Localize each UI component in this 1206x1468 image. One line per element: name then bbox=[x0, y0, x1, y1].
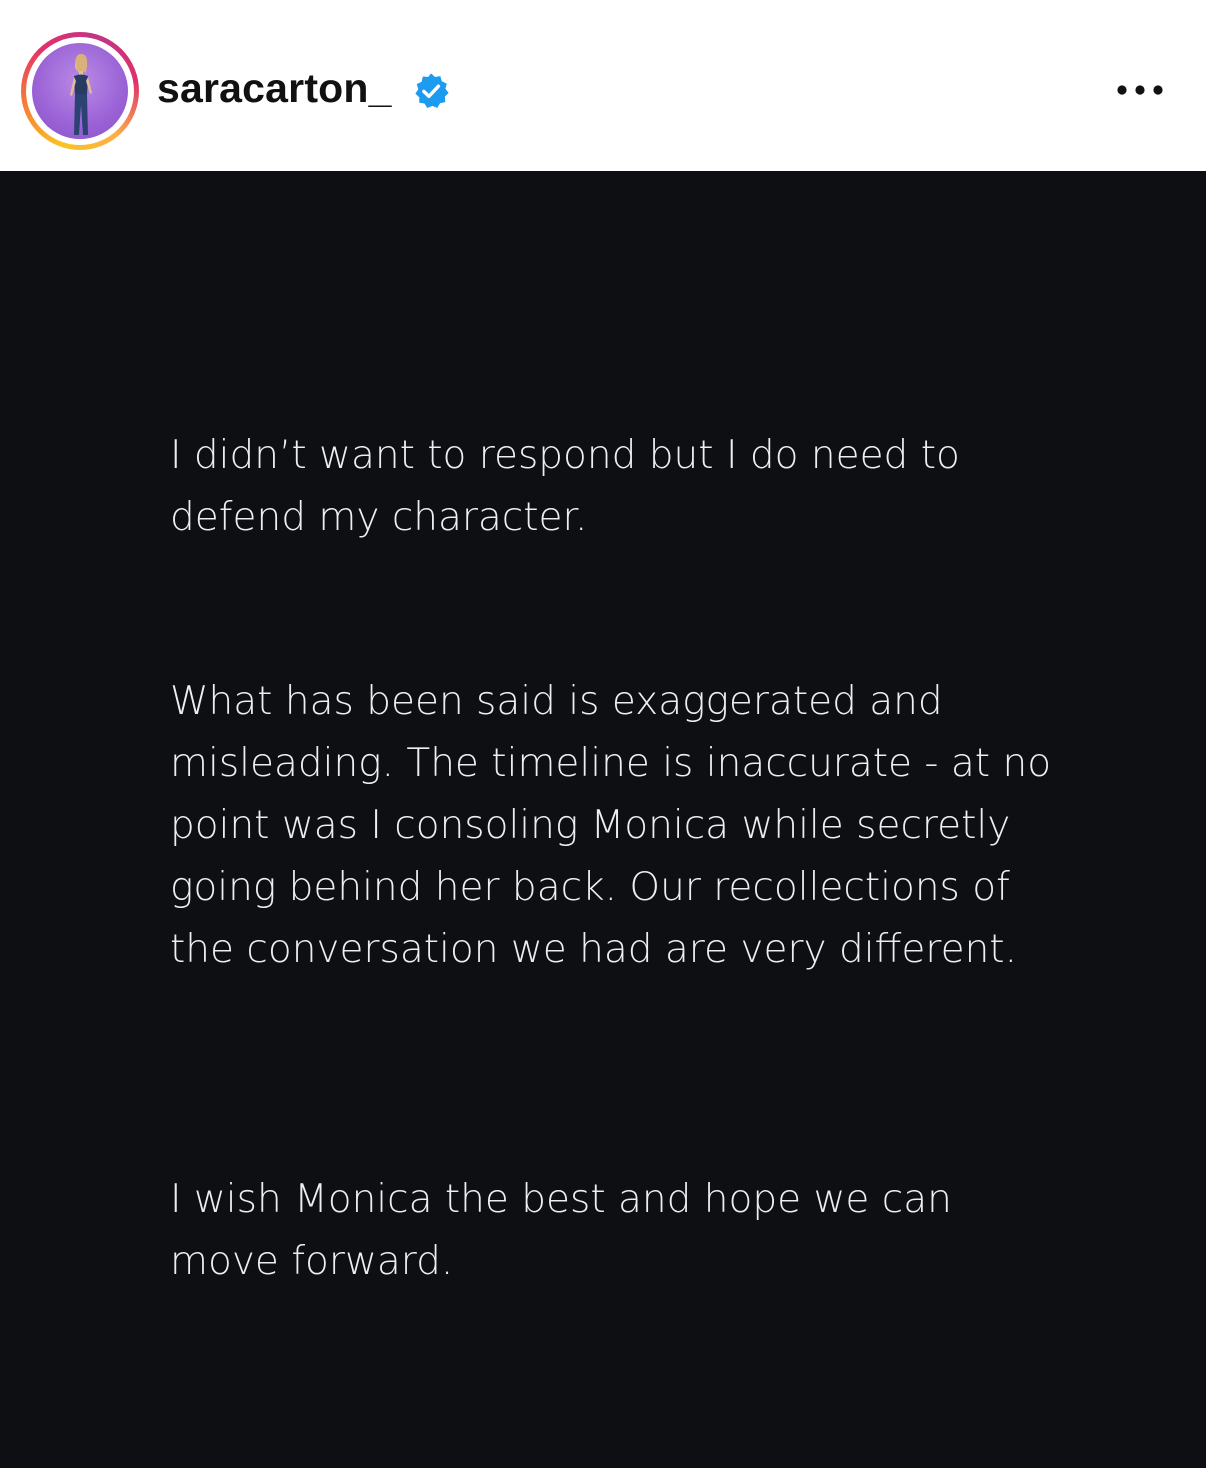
post-image[interactable]: I didn’t want to respond but I do need t… bbox=[0, 171, 1206, 1468]
post-paragraph-3: I wish Monica the best and hope we can m… bbox=[170, 1177, 952, 1284]
avatar-border bbox=[26, 37, 134, 145]
username[interactable]: saracarton_ bbox=[157, 62, 392, 114]
post-paragraph-2: What has been said is exaggerated and mi… bbox=[170, 679, 1052, 972]
verified-check-icon bbox=[415, 73, 449, 109]
post-paragraph-1: I didn’t want to respond but I do need t… bbox=[170, 433, 960, 540]
profile-photo-icon bbox=[70, 53, 92, 135]
story-ring[interactable] bbox=[21, 32, 139, 150]
post-header: saracarton_ bbox=[0, 0, 1206, 171]
avatar[interactable] bbox=[32, 43, 128, 139]
more-horizontal-icon[interactable] bbox=[1108, 72, 1172, 108]
